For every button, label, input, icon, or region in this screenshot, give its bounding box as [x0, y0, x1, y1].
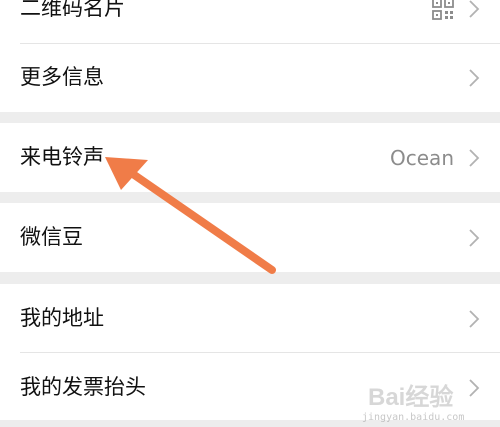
row-wechat-beans[interactable]: 微信豆: [0, 203, 500, 272]
row-label-my-address: 我的地址: [20, 306, 104, 330]
row-more-info[interactable]: 更多信息: [0, 44, 500, 112]
row-qr-business-card[interactable]: 二维码名片: [0, 0, 500, 43]
watermark-logo: Bai经验: [368, 384, 454, 411]
row-label-qr-card: 二维码名片: [20, 0, 125, 20]
qr-code-icon: [432, 0, 454, 20]
row-my-address[interactable]: 我的地址: [0, 284, 500, 352]
watermark-url: jingyan.baidu.com: [362, 412, 465, 423]
chevron-right-icon: [469, 229, 480, 247]
row-label-invoice-title: 我的发票抬头: [20, 375, 146, 399]
chevron-right-icon: [469, 69, 480, 87]
baidu-jingyan-watermark: Bai经验 jingyan.baidu.com: [362, 377, 492, 423]
settings-group-1: 二维码名片 更多信息: [0, 0, 500, 112]
row-ringtone[interactable]: 来电铃声 Ocean: [0, 123, 500, 192]
chevron-right-icon: [469, 0, 480, 18]
chevron-right-icon: [469, 149, 480, 167]
chevron-right-icon: [469, 310, 480, 328]
row-label-ringtone: 来电铃声: [20, 145, 104, 169]
ringtone-value: Ocean: [390, 146, 454, 170]
row-label-wechat-beans: 微信豆: [20, 225, 83, 249]
settings-group-3: 微信豆: [0, 203, 500, 272]
row-label-more-info: 更多信息: [20, 65, 104, 89]
settings-group-2: 来电铃声 Ocean: [0, 123, 500, 192]
